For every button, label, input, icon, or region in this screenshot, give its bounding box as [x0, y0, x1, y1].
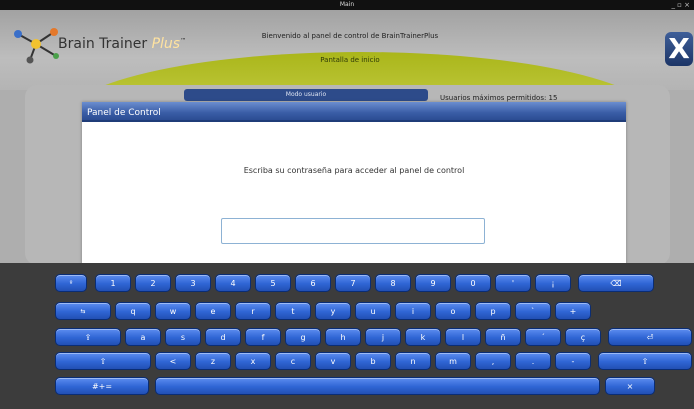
dialog-title: Panel de Control [82, 102, 626, 122]
key-c[interactable]: c [275, 352, 311, 370]
key-2[interactable]: 2 [135, 274, 171, 292]
on-screen-keyboard: º 1 2 3 4 5 6 7 8 9 0 ' ¡ ⌫ ⇆ q w e r t … [0, 263, 694, 409]
window-title: Main [339, 1, 355, 8]
key-p[interactable]: p [475, 302, 511, 320]
window-titlebar: Main _ ▫ × [0, 0, 694, 10]
key-0[interactable]: 0 [455, 274, 491, 292]
logo-text: Brain Trainer Plus™ [58, 36, 187, 52]
key-h[interactable]: h [325, 328, 361, 346]
key-j[interactable]: j [365, 328, 401, 346]
dialog-message: Escriba su contraseña para acceder al pa… [243, 166, 465, 175]
key-d[interactable]: d [205, 328, 241, 346]
key-u[interactable]: u [355, 302, 391, 320]
key-acute[interactable]: ´ [525, 328, 561, 346]
key-i[interactable]: i [395, 302, 431, 320]
screen-subtitle: Pantalla de inicio [320, 56, 380, 64]
key-backtick[interactable]: ` [515, 302, 551, 320]
key-7[interactable]: 7 [335, 274, 371, 292]
key-c-cedilla[interactable]: ç [565, 328, 601, 346]
key-e[interactable]: e [195, 302, 231, 320]
welcome-text: Bienvenido al panel de control de BrainT… [261, 32, 439, 40]
key-r[interactable]: r [235, 302, 271, 320]
window-controls[interactable]: _ ▫ × [671, 0, 690, 10]
key-z[interactable]: z [195, 352, 231, 370]
right-shift-key-icon[interactable]: ⇧ [598, 352, 692, 370]
key-b[interactable]: b [355, 352, 391, 370]
key-5[interactable]: 5 [255, 274, 291, 292]
enter-key-icon[interactable]: ⏎ [608, 328, 692, 346]
key-x[interactable]: x [235, 352, 271, 370]
key-1[interactable]: 1 [95, 274, 131, 292]
key-4[interactable]: 4 [215, 274, 251, 292]
key-6[interactable]: 6 [295, 274, 331, 292]
tab-key-icon[interactable]: ⇆ [55, 302, 111, 320]
key-3[interactable]: 3 [175, 274, 211, 292]
left-shift-key-icon[interactable]: ⇧ [55, 352, 151, 370]
backspace-key-icon[interactable]: ⌫ [578, 274, 654, 292]
key-o[interactable]: o [435, 302, 471, 320]
key-apostrophe[interactable]: ' [495, 274, 531, 292]
key-k[interactable]: k [405, 328, 441, 346]
control-panel-dialog: Panel de Control Escriba su contraseña p… [82, 102, 626, 282]
key-v[interactable]: v [315, 352, 351, 370]
key-y[interactable]: y [315, 302, 351, 320]
key-l[interactable]: l [445, 328, 481, 346]
key-period[interactable]: . [515, 352, 551, 370]
key-plus[interactable]: + [555, 302, 591, 320]
key-n-tilde[interactable]: ñ [485, 328, 521, 346]
key-s[interactable]: s [165, 328, 201, 346]
key-w[interactable]: w [155, 302, 191, 320]
space-key[interactable] [155, 377, 600, 395]
key-minus[interactable]: - [555, 352, 591, 370]
key-f[interactable]: f [245, 328, 281, 346]
key-n[interactable]: n [395, 352, 431, 370]
caps-lock-key-icon[interactable]: ⇪ [55, 328, 121, 346]
key-a[interactable]: a [125, 328, 161, 346]
close-keyboard-key-icon[interactable]: × [605, 377, 655, 395]
key-g[interactable]: g [285, 328, 321, 346]
key-ordinal[interactable]: º [55, 274, 87, 292]
key-less-than[interactable]: < [155, 352, 191, 370]
key-t[interactable]: t [275, 302, 311, 320]
user-mode-button[interactable]: Modo usuario [184, 89, 428, 101]
key-inverted-exclamation[interactable]: ¡ [535, 274, 571, 292]
key-9[interactable]: 9 [415, 274, 451, 292]
key-8[interactable]: 8 [375, 274, 411, 292]
max-users-text: Usuarios máximos permitidos: 15 [440, 94, 558, 102]
key-m[interactable]: m [435, 352, 471, 370]
close-app-button[interactable]: X [665, 32, 693, 66]
key-comma[interactable]: , [475, 352, 511, 370]
password-input[interactable] [221, 218, 485, 244]
symbols-key[interactable]: #+= [55, 377, 149, 395]
key-q[interactable]: q [115, 302, 151, 320]
header: Brain Trainer Plus™ Bienvenido al panel … [0, 10, 694, 122]
